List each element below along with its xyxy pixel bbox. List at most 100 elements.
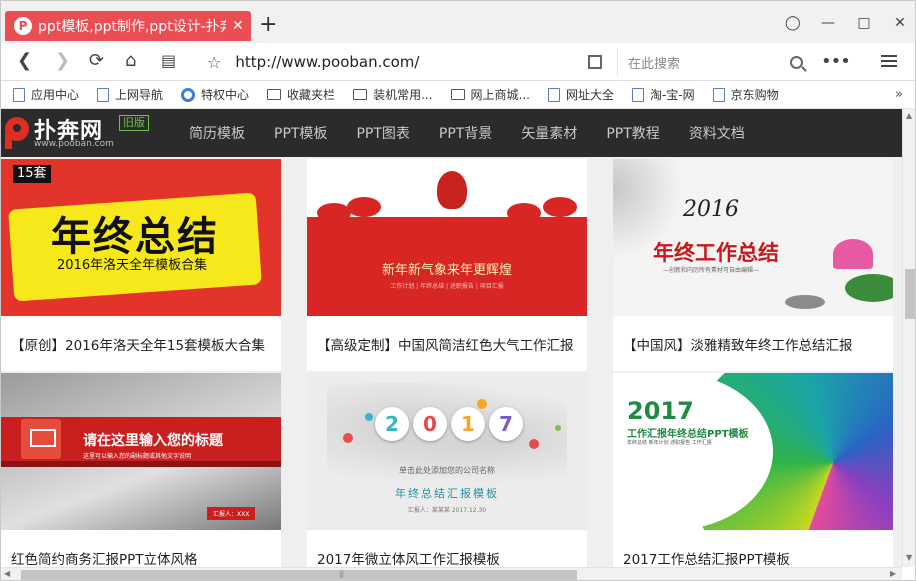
card-thumbnail[interactable]: 2016 年终工作总结 —创新和内历所有素材可自由编辑— [613,159,893,316]
qr-code-icon[interactable] [588,55,602,69]
reading-book-icon[interactable]: ▤ [161,51,176,71]
thumb-subtitle: 2016年洛天全年模板合集 [57,258,208,273]
leaf-icon [845,274,893,302]
bookmark-label: 应用中心 [31,88,80,102]
vertical-scroll-thumb[interactable] [905,269,915,319]
search-icon[interactable] [790,55,803,69]
card-thumbnail[interactable]: 新年新气象来年更辉煌 工作计划 | 年终总结 | 述职报告 | 项目汇报 [307,159,587,316]
rooster-icon [437,171,467,209]
old-version-link[interactable]: 旧版 [119,115,149,131]
card-thumbnail[interactable]: 2017 工作汇报年终总结PPT模板 年终总结 新年计划 述职报告 工作汇报 [613,373,893,530]
user-icon[interactable]: ◯ [785,15,801,31]
bookmark-item[interactable]: 应用中心 [13,86,79,103]
bookmark-item[interactable]: 上网导航 [97,86,163,103]
bookmark-label: 网址大全 [565,88,614,102]
bookmark-item[interactable]: 特权中心 [181,86,249,103]
card-caption[interactable]: 2017工作总结汇报PPT模板 [613,530,893,568]
red-band-shadow [1,461,281,467]
bookmark-item[interactable]: 淘-宝-网 [631,86,695,103]
color-dot [343,433,353,443]
lotus-icon [833,239,873,269]
more-options-icon[interactable]: ••• [821,51,851,72]
new-tab-button[interactable]: + [259,13,277,37]
card-caption[interactable]: 【中国风】淡雅精致年终工作总结汇报 [613,316,893,371]
template-card[interactable]: 2017 工作汇报年终总结PPT模板 年终总结 新年计划 述职报告 工作汇报 2… [613,373,893,567]
thumb-subtitle: 年终总结 新年计划 述职报告 工作汇报 [627,440,712,446]
template-grid: 15套 年终总结 2016年洛天全年模板合集 【原创】2016年洛天全年15套模… [1,157,902,567]
url-field[interactable]: ☆ http://www.pooban.com/ [205,48,605,76]
horizontal-scroll-thumb[interactable] [21,570,577,580]
bookmark-item[interactable]: 收藏夹栏 [267,86,335,103]
year-digit: 1 [451,407,485,441]
year-digit: 2 [375,407,409,441]
url-text[interactable]: http://www.pooban.com/ [235,53,419,71]
doc-icon [547,87,560,102]
template-card[interactable]: 请在这里输入您的标题 这里可以输入您的副标题或其他文字说明 汇报人：XXX 红色… [1,373,281,567]
template-card[interactable]: 新年新气象来年更辉煌 工作计划 | 年终总结 | 述职报告 | 项目汇报 【高级… [307,159,587,371]
scroll-up-icon[interactable]: ▲ [906,111,912,120]
card-caption[interactable]: 2017年微立体风工作汇报模板 [307,530,587,568]
active-tab[interactable]: P ppt模板,ppt制作,ppt设计-扑奔网 ✕ [5,11,251,41]
doc-icon [97,87,110,102]
card-caption[interactable]: 【原创】2016年洛天全年15套模板大合集 [1,316,281,371]
bookmarks-bar: 应用中心 上网导航 特权中心 收藏夹栏 装机常用... 网上商城... 网址大全… [1,81,915,109]
close-window-icon[interactable]: ✕ [893,15,907,31]
nav-link[interactable]: PPT教程 [606,123,659,143]
world-map [327,383,567,493]
home-icon[interactable]: ⌂ [125,51,136,71]
back-arrow-icon[interactable]: ❮ [17,51,32,71]
bookmark-item[interactable]: 网址大全 [547,86,614,103]
scroll-down-icon[interactable]: ▼ [906,553,912,562]
doc-icon [712,87,725,102]
bookmark-item[interactable]: 京东购物 [712,86,779,103]
close-tab-icon[interactable]: ✕ [232,18,244,34]
nav-link[interactable]: 资料文档 [689,123,745,143]
site-domain: www.pooban.com [34,139,114,149]
scroll-left-icon[interactable]: ◀ [4,569,10,578]
card-caption[interactable]: 【高级定制】中国风简洁红色大气工作汇报 [307,316,587,371]
search-box[interactable]: 在此搜索 [617,48,809,76]
site-header: 扑奔网 www.pooban.com 旧版 简历模板 PPT模板 PPT图表 P… [1,109,902,157]
folder-icon [353,89,368,100]
site-logo-icon[interactable] [3,113,31,151]
scroll-right-icon[interactable]: ▶ [890,569,896,578]
thumb-title: 年终工作总结 [653,241,779,265]
card-thumbnail[interactable]: 15套 年终总结 2016年洛天全年模板合集 [1,159,281,316]
template-card[interactable]: 2016 年终工作总结 —创新和内历所有素材可自由编辑— 【中国风】淡雅精致年终… [613,159,893,371]
nav-link[interactable]: 简历模板 [189,123,245,143]
minimize-icon[interactable]: — [821,15,835,31]
doc-icon [631,87,644,102]
nav-link[interactable]: 矢量素材 [521,123,577,143]
thumb-presenter: 汇报人：XXX [207,507,256,520]
card-thumbnail[interactable]: 2 0 1 7 单击此处添加您的公司名称 年终总结汇报模板 汇报人：某某某 20… [307,373,587,530]
bookmark-item[interactable]: 网上商城... [450,86,530,103]
maximize-icon[interactable]: □ [857,15,871,31]
nav-link[interactable]: PPT图表 [356,123,409,143]
bookmark-label: 淘-宝-网 [649,88,695,102]
refresh-icon[interactable]: ⟳ [89,51,104,71]
thumb-year: 2017 [627,397,694,425]
card-caption[interactable]: 红色简约商务汇报PPT立体风格 [1,530,281,568]
star-bookmark-icon[interactable]: ☆ [207,53,221,72]
thumb-year: 2016 [683,197,739,222]
cloud-shape [507,203,541,223]
search-input[interactable]: 在此搜索 [628,53,790,72]
horizontal-scrollbar[interactable]: ◀ ||| ▶ [1,567,902,580]
template-card[interactable]: 15套 年终总结 2016年洛天全年模板合集 【原创】2016年洛天全年15套模… [1,159,281,371]
bookmarks-overflow-icon[interactable]: » [895,87,903,102]
monitor-icon [21,419,61,459]
thumb-company: 单击此处添加您的公司名称 [399,466,495,475]
hamburger-menu-icon[interactable] [881,55,897,67]
bookmark-item[interactable]: 装机常用... [353,86,433,103]
scroll-grip-icon: ||| [339,570,344,578]
vertical-scrollbar[interactable]: ▲ ▼ [902,109,915,567]
card-thumbnail[interactable]: 请在这里输入您的标题 这里可以输入您的副标题或其他文字说明 汇报人：XXX [1,373,281,530]
template-card[interactable]: 2 0 1 7 单击此处添加您的公司名称 年终总结汇报模板 汇报人：某某某 20… [307,373,587,567]
forward-arrow-icon[interactable]: ❯ [55,51,70,71]
folder-icon [450,89,465,100]
thumb-subtitle: 这里可以输入您的副标题或其他文字说明 [83,453,192,460]
nav-link[interactable]: PPT背景 [439,123,492,143]
site-nav: 简历模板 PPT模板 PPT图表 PPT背景 矢量素材 PPT教程 资料文档 [189,109,774,157]
bookmark-label: 网上商城... [470,88,530,102]
nav-link[interactable]: PPT模板 [274,123,327,143]
